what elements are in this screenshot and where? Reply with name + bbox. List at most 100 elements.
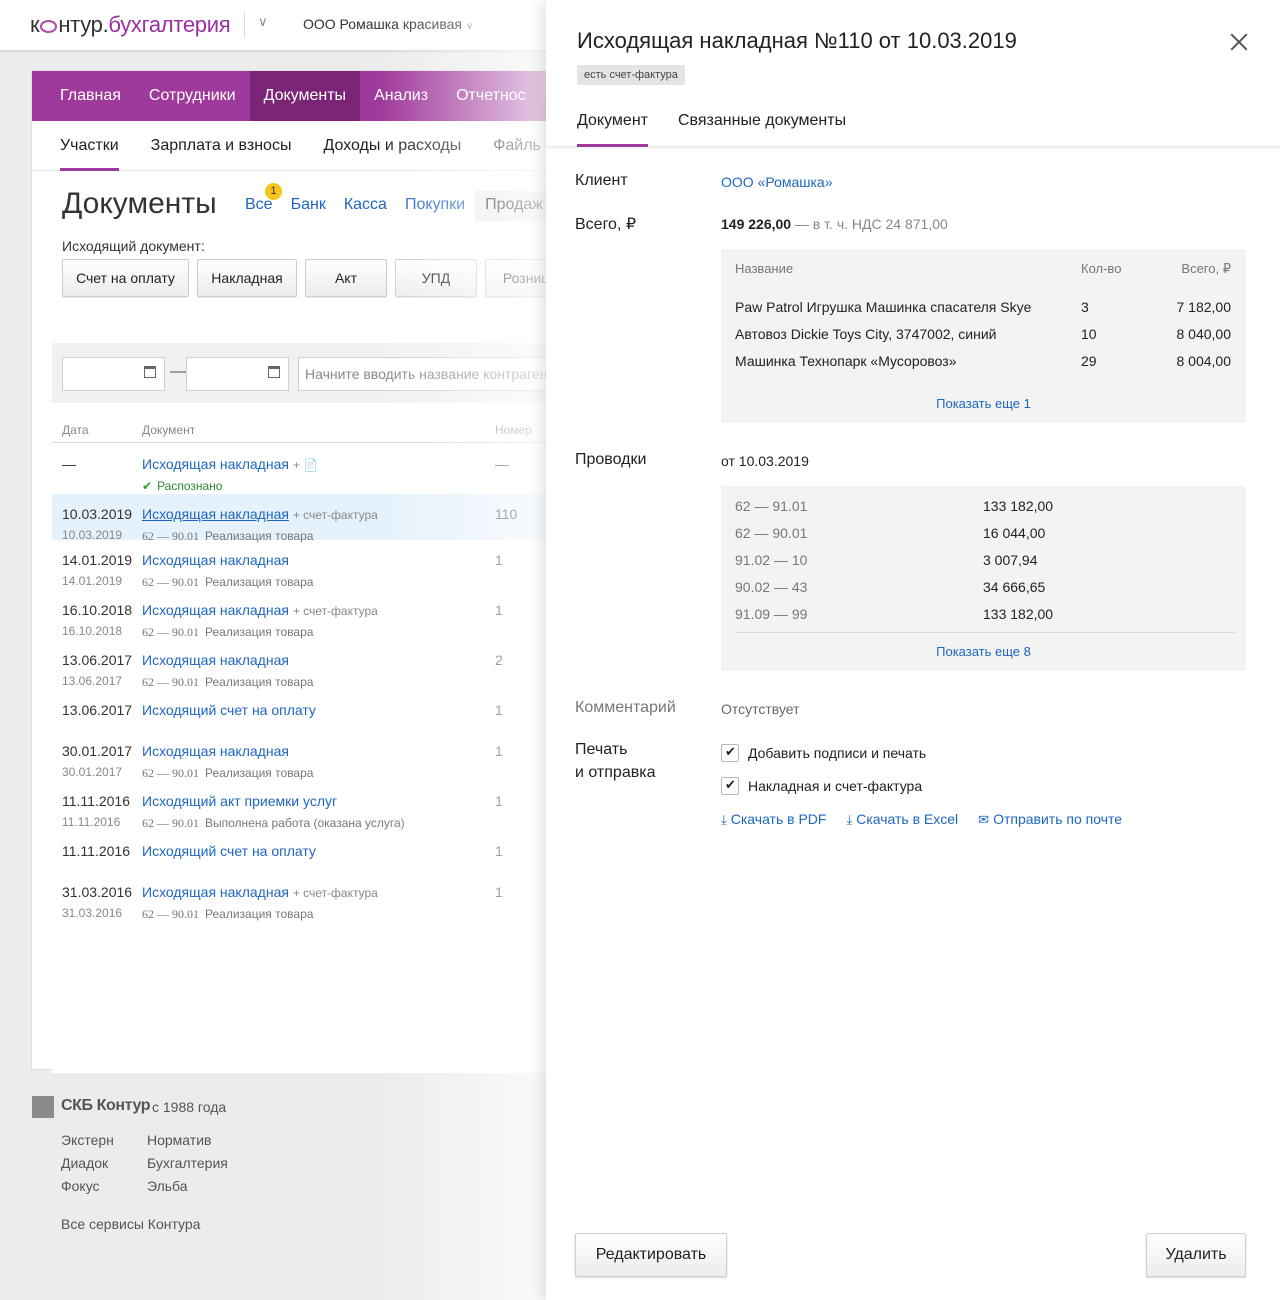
row-date: 13.06.2017	[62, 652, 133, 668]
date-from-input[interactable]	[62, 357, 165, 391]
postings-table: 62 — 91.01 133 182,00 62 — 90.01 16 044,00 9…	[721, 486, 1246, 671]
outgoing-doc-buttons: Счет на оплату Накладная Акт УПД Розница	[62, 259, 583, 297]
footer-link-accounting[interactable]: Бухгалтерия	[147, 1155, 228, 1171]
edit-button[interactable]: Редактировать	[575, 1233, 727, 1277]
filter-bank[interactable]: Банк	[291, 191, 326, 221]
kontur-logo-icon	[32, 1096, 54, 1118]
row-number: 1	[495, 702, 503, 718]
row-document-link[interactable]: Исходящая накладная	[142, 506, 289, 522]
signatures-checkbox-label[interactable]: Добавить подписи и печать	[748, 745, 926, 761]
close-icon[interactable]	[1228, 31, 1250, 53]
row-document-link[interactable]: Исходящий акт приемки услуг	[142, 793, 337, 809]
calendar-icon[interactable]	[144, 366, 156, 378]
client-link[interactable]: ООО «Ромашка»	[721, 174, 833, 190]
subnav-files[interactable]: Файль	[493, 121, 541, 171]
row-date-secondary: 30.01.2017	[62, 765, 123, 779]
nav-home[interactable]: Главная	[32, 71, 135, 121]
postings-label: Проводки	[575, 451, 647, 468]
row-number: 110	[495, 506, 518, 522]
invoice-checkbox-label[interactable]: Накладная и счет-фактура	[748, 778, 922, 794]
row-document-link[interactable]: Исходящая накладная	[142, 743, 289, 759]
item-qty: 3	[1081, 299, 1089, 315]
download-excel-link[interactable]: ⤓ Скачать в Excel	[846, 811, 958, 828]
row-document: Исходящий счет на оплату	[142, 702, 316, 718]
posting-sum: 3 007,94	[983, 552, 1038, 568]
row-number: —	[495, 456, 509, 472]
col-date: Дата	[62, 423, 89, 437]
logo-brand: бухгалтерия	[108, 12, 231, 37]
row-number: 1	[495, 884, 503, 900]
delete-button[interactable]: Удалить	[1146, 1233, 1246, 1277]
nav-reports[interactable]: Отчетнос	[442, 71, 540, 121]
row-document-link[interactable]: Исходящая накладная	[142, 552, 289, 568]
item-sum: 8 040,00	[1176, 326, 1232, 342]
row-posting-desc: Выполнена работа (оказана услуга)	[205, 816, 405, 830]
kontur-logo[interactable]: к нтур.бухгалтерия	[30, 12, 231, 38]
row-document-extra: + счет-фактура	[292, 604, 378, 618]
item-sum: 7 182,00	[1176, 299, 1232, 315]
items-col-qty: Кол-во	[1081, 261, 1122, 276]
row-date: 14.01.2019	[62, 552, 133, 568]
logo-text-k: к	[30, 12, 40, 37]
items-show-more[interactable]: Показать еще 1	[721, 396, 1246, 411]
footer-all-services[interactable]: Все сервисы Контура	[61, 1216, 200, 1232]
filter-purchases[interactable]: Покупки	[405, 191, 465, 221]
row-date-secondary: 14.01.2019	[62, 574, 123, 588]
footer-link-diadoc[interactable]: Диадок	[61, 1155, 108, 1171]
page-title: Документы	[62, 187, 217, 220]
nav-documents[interactable]: Документы	[249, 71, 361, 121]
postings-show-more[interactable]: Показать еще 8	[721, 644, 1246, 659]
invoice-button[interactable]: Счет на оплату	[62, 259, 189, 297]
tab-document[interactable]: Документ	[577, 112, 648, 147]
row-document-link[interactable]: Исходящий счет на оплату	[142, 843, 316, 859]
nav-analysis[interactable]: Анализ	[360, 71, 442, 121]
row-date: 13.06.2017	[62, 702, 133, 718]
tab-related-documents[interactable]: Связанные документы	[678, 112, 846, 147]
topbar-divider	[244, 12, 245, 38]
row-document-extra: + счет-фактура	[292, 886, 378, 900]
col-number: Номер	[495, 423, 532, 437]
signatures-checkbox[interactable]	[721, 744, 739, 762]
footer-link-normativ[interactable]: Норматив	[147, 1132, 211, 1148]
filter-sales[interactable]: Продаж	[475, 191, 554, 221]
row-document-extra: + 📄	[292, 458, 319, 472]
items-col-name: Название	[735, 261, 794, 276]
total-label: Всего, ₽	[575, 216, 637, 233]
subnav-sections[interactable]: Участки	[60, 121, 119, 171]
calendar-icon[interactable]	[268, 366, 280, 378]
row-document-link[interactable]: Исходящая накладная	[142, 652, 289, 668]
total-value: 149 226,00 — в т. ч. НДС 24 871,00	[721, 216, 948, 232]
row-posting-desc: Реализация товара	[205, 766, 314, 780]
footer-link-elba[interactable]: Эльба	[147, 1178, 188, 1194]
invoice-checkbox[interactable]	[721, 777, 739, 795]
download-excel-label: Скачать в Excel	[856, 811, 959, 827]
subnav-salary[interactable]: Зарплата и взносы	[151, 121, 292, 171]
posting-accounts: 62 — 90.01	[735, 525, 808, 541]
row-document-link[interactable]: Исходящая накладная	[142, 884, 289, 900]
subnav-income[interactable]: Доходы и расходы	[323, 121, 461, 171]
row-document-link[interactable]: Исходящий счет на оплату	[142, 702, 316, 718]
filter-cash[interactable]: Касса	[344, 191, 387, 221]
date-to-input[interactable]	[186, 357, 289, 391]
chevron-down-icon[interactable]: ∨	[258, 14, 268, 30]
row-posting-accounts: 62 — 90.01	[142, 625, 199, 639]
download-pdf-link[interactable]: ⤓ Скачать в PDF	[721, 811, 826, 828]
row-document-extra: + счет-фактура	[292, 508, 378, 522]
row-document-link[interactable]: Исходящая накладная	[142, 456, 289, 472]
filter-all[interactable]: Все 1	[245, 183, 282, 221]
act-button[interactable]: Акт	[305, 259, 387, 297]
print-label-2: и отправка	[575, 764, 656, 781]
footer-link-extern[interactable]: Экстерн	[61, 1132, 114, 1148]
row-posting: 62 — 90.01 Реализация товара	[142, 675, 313, 690]
row-document-link[interactable]: Исходящая накладная	[142, 602, 289, 618]
posting-accounts: 91.02 — 10	[735, 552, 808, 568]
send-email-link[interactable]: ✉ Отправить по почте	[978, 811, 1122, 828]
posting-sum: 34 666,65	[983, 579, 1046, 595]
waybill-button[interactable]: Накладная	[197, 259, 297, 297]
footer-link-focus[interactable]: Фокус	[61, 1178, 100, 1194]
nav-employees[interactable]: Сотрудники	[135, 71, 250, 121]
chevron-down-icon: ∨	[465, 21, 474, 32]
org-selector[interactable]: ООО Ромашка красивая ∨	[303, 16, 473, 32]
upd-button[interactable]: УПД	[395, 259, 477, 297]
row-date: 31.03.2016	[62, 884, 133, 900]
